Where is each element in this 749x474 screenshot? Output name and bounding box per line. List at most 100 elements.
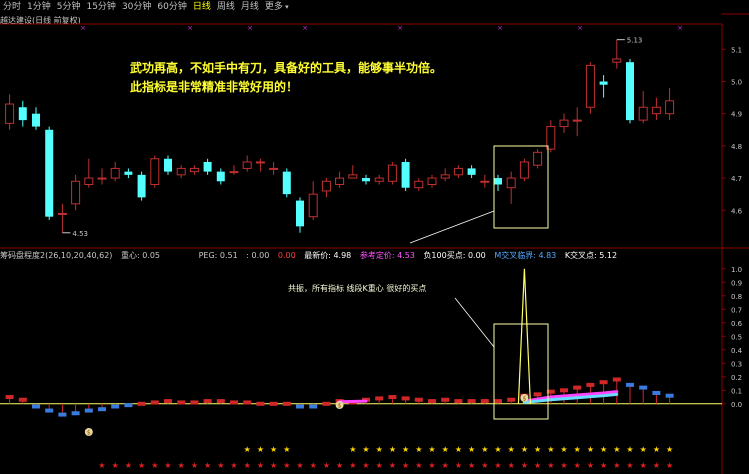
ind-bar-2 — [32, 404, 40, 409]
candle-body-42 — [559, 119, 569, 128]
star-red-33: ★ — [442, 461, 449, 470]
ind-bar-7 — [98, 407, 106, 412]
star-red-14: ★ — [191, 461, 198, 470]
candle-body-46 — [612, 58, 622, 63]
star-yellow-40: ★ — [534, 445, 541, 454]
candle-body-22 — [296, 200, 304, 227]
star-red-27: ★ — [362, 461, 369, 470]
candle-body-15 — [203, 161, 212, 172]
candle-body-31 — [414, 180, 424, 189]
price-tick-label-5: 4.6 — [731, 207, 743, 215]
star-red-37: ★ — [494, 461, 501, 470]
ind-bar-20 — [269, 401, 278, 406]
ind-tick-label-9: 0.1 — [731, 387, 742, 395]
star-yellow-42: ★ — [560, 445, 567, 454]
price-chart[interactable]: × × × × × × × × 5.1 5.0 4.9 4.8 4.7 4.6 5.13 4.53 武功再高，不… — [0, 0, 749, 474]
star-red-11: ★ — [151, 461, 158, 470]
candle-body-7 — [97, 177, 107, 180]
star-yellow-36: ★ — [481, 445, 488, 454]
ind-bar-28 — [375, 396, 384, 401]
candle-body-3 — [45, 129, 54, 217]
price-tick-label-3: 4.8 — [731, 143, 742, 151]
star-red-25: ★ — [336, 461, 343, 470]
candle-body-18 — [242, 161, 252, 169]
candle-body-35 — [467, 168, 476, 175]
star-yellow-28: ★ — [376, 445, 383, 454]
ind-bar-19 — [256, 401, 265, 406]
star-yellow-20: ★ — [270, 445, 277, 454]
candle-body-29 — [387, 164, 397, 182]
candle-body-16 — [216, 171, 225, 182]
ind-bar-11 — [150, 400, 159, 405]
ind-bar-47 — [626, 382, 634, 387]
candle-body-20 — [269, 167, 279, 170]
money-bag-glyph-0: $ — [87, 430, 91, 437]
ind-tick-label-2: 0.8 — [731, 293, 742, 301]
star-red-32: ★ — [428, 461, 435, 470]
indicator-neg-buy: 负100买点: 0.00 — [423, 251, 486, 260]
ind-tick-label-8: 0.2 — [731, 374, 742, 382]
star-red-49: ★ — [653, 461, 660, 470]
star-red-44: ★ — [587, 461, 594, 470]
candle-body-23 — [308, 193, 318, 218]
star-red-31: ★ — [415, 461, 422, 470]
indicator-peg: PEG: 0.51 — [198, 251, 238, 260]
star-yellow-21: ★ — [283, 445, 290, 454]
ind-spike — [517, 268, 531, 404]
candle-body-5 — [71, 180, 81, 205]
marker-x-0: × — [80, 24, 86, 32]
candle-body-8 — [110, 167, 120, 179]
star-red-41: ★ — [547, 461, 554, 470]
candle-body-32 — [427, 177, 437, 185]
star-red-48: ★ — [640, 461, 647, 470]
ind-bar-13 — [177, 400, 186, 405]
candle-body-12 — [164, 158, 172, 172]
candle-body-2 — [32, 113, 40, 127]
ind-bar-34 — [454, 399, 463, 404]
star-red-42: ★ — [560, 461, 567, 470]
ind-bar-48 — [639, 385, 648, 390]
ind-tick-label-4: 0.6 — [731, 320, 743, 328]
ind-tick-label-3: 0.7 — [731, 306, 742, 314]
candle-body-45 — [599, 81, 608, 85]
price-tick-label-0: 5.1 — [731, 46, 742, 54]
indicator-latest: 最新价: 4.98 — [304, 251, 352, 260]
star-yellow-45: ★ — [600, 445, 607, 454]
star-yellow-35: ★ — [468, 445, 475, 454]
star-yellow-47: ★ — [626, 445, 633, 454]
star-red-28: ★ — [376, 461, 383, 470]
star-yellow-26: ★ — [349, 445, 356, 454]
ind-bar-50 — [665, 393, 674, 398]
marker-x-5: × — [497, 24, 503, 32]
ind-bar-35 — [467, 399, 476, 404]
star-red-21: ★ — [283, 461, 290, 470]
price-tick-label-1: 5.0 — [731, 79, 742, 87]
star-red-19: ★ — [257, 461, 264, 470]
star-red-24: ★ — [323, 461, 330, 470]
marker-x-7: × — [677, 24, 683, 32]
ind-tick-label-5: 0.5 — [731, 333, 742, 341]
ind-bar-0 — [5, 395, 14, 400]
ind-bar-8 — [111, 404, 120, 409]
star-red-26: ★ — [349, 461, 356, 470]
ind-bar-14 — [190, 400, 199, 405]
star-red-46: ★ — [613, 461, 620, 470]
ind-bar-42 — [560, 388, 568, 393]
candle-body-33 — [440, 174, 450, 179]
star-yellow-41: ★ — [547, 445, 554, 454]
candle-body-37 — [494, 178, 502, 185]
candle-body-24 — [321, 180, 331, 192]
star-yellow-44: ★ — [587, 445, 594, 454]
candle-body-25 — [335, 177, 345, 185]
star-red-47: ★ — [626, 461, 633, 470]
candle-body-34 — [453, 167, 463, 176]
indicator-m-cross: M交叉临界: 4.83 — [494, 251, 557, 260]
star-yellow-31: ★ — [415, 445, 422, 454]
indicator-name[interactable]: 筹码盘程度2(26,10,20,40,62) — [0, 251, 112, 260]
ind-bar-5 — [71, 411, 80, 416]
star-red-10: ★ — [138, 461, 145, 470]
ind-bar-3 — [45, 408, 54, 413]
star-red-30: ★ — [402, 461, 409, 470]
low-label: 4.53 — [72, 230, 88, 238]
ind-bar-37 — [494, 399, 502, 404]
